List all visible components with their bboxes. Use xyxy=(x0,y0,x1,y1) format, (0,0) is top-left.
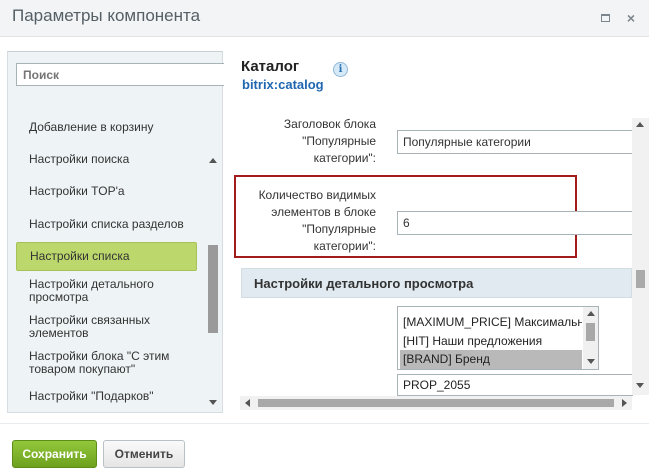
prop-select[interactable]: PROP_2055 xyxy=(397,374,633,396)
sidebar-item-bought-together-settings[interactable]: Настройки блока "С этим товаром покупают… xyxy=(16,350,181,376)
window-titlebar: Параметры компонента × xyxy=(0,0,649,37)
visible-count-input[interactable] xyxy=(397,211,633,235)
minimize-icon[interactable] xyxy=(598,11,612,25)
visible-count-label: Количество видимых элементов в блоке "По… xyxy=(258,188,376,253)
scroll-right-icon[interactable] xyxy=(622,399,627,407)
sidebar-scrollbar[interactable] xyxy=(206,158,220,412)
content-vscroll-thumb[interactable] xyxy=(636,270,645,288)
sidebar-item-gifts-settings[interactable]: Настройки "Подарков" xyxy=(16,390,197,403)
content-vertical-scrollbar[interactable] xyxy=(632,118,649,395)
popular-title-input[interactable] xyxy=(397,130,633,154)
dialog-footer: Сохранить Отменить xyxy=(0,423,649,472)
scroll-down-icon[interactable] xyxy=(209,400,217,405)
sidebar-scroll-thumb[interactable] xyxy=(208,245,218,333)
sidebar-item-top-settings[interactable]: Настройки TOP'a xyxy=(16,185,197,198)
multiselect-scrollbar[interactable] xyxy=(583,307,598,369)
cancel-button[interactable]: Отменить xyxy=(103,440,185,468)
sidebar-item-related-settings[interactable]: Настройки связанных элементов xyxy=(16,314,197,340)
scroll-down-icon[interactable] xyxy=(587,359,595,364)
sidebar-item-section-list-settings[interactable]: Настройки списка разделов xyxy=(16,218,197,231)
scroll-up-icon[interactable] xyxy=(636,122,644,127)
sidebar: Добавление в корзину Настройки поиска На… xyxy=(7,51,224,413)
popular-title-label: Заголовок блока "Популярные категории": xyxy=(283,117,376,165)
content-horizontal-scrollbar[interactable] xyxy=(240,396,632,410)
scroll-down-icon[interactable] xyxy=(636,383,644,388)
window-title: Параметры компонента xyxy=(12,6,201,25)
save-button[interactable]: Сохранить xyxy=(12,440,97,468)
sidebar-item-add-to-cart[interactable]: Добавление в корзину xyxy=(16,121,197,134)
sidebar-item-search-settings[interactable]: Настройки поиска xyxy=(16,153,197,166)
multiselect-scroll-thumb[interactable] xyxy=(586,323,595,341)
info-icon[interactable]: i xyxy=(333,62,348,77)
content-hscroll-thumb[interactable] xyxy=(258,399,614,407)
component-code: bitrix:catalog xyxy=(242,77,324,92)
scroll-up-icon[interactable] xyxy=(587,311,595,316)
scroll-up-icon[interactable] xyxy=(209,158,217,163)
sidebar-item-list-settings[interactable]: Настройки списка xyxy=(16,242,197,271)
properties-multiselect[interactable]: [MAXIMUM_PRICE] Максимальная [HIT] Наши … xyxy=(397,306,599,370)
multiselect-option-hit[interactable]: [HIT] Наши предложения xyxy=(400,332,582,351)
section-detail-header: Настройки детального просмотра xyxy=(241,268,632,298)
search-input[interactable] xyxy=(16,63,224,86)
close-icon[interactable]: × xyxy=(624,11,638,25)
multiselect-option-max-price[interactable]: [MAXIMUM_PRICE] Максимальная xyxy=(400,313,582,332)
component-name: Каталог xyxy=(241,58,300,75)
scroll-left-icon[interactable] xyxy=(245,399,250,407)
sidebar-item-detail-settings[interactable]: Настройки детального просмотра xyxy=(16,278,197,304)
multiselect-option-brand[interactable]: [BRAND] Бренд xyxy=(400,350,582,369)
